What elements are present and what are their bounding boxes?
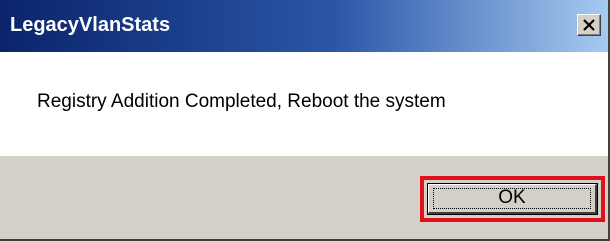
button-bar: OK: [0, 156, 608, 239]
message-area: Registry Addition Completed, Reboot the …: [0, 52, 608, 156]
close-icon: [583, 19, 595, 31]
ok-button-label: OK: [498, 187, 526, 208]
title-bar[interactable]: LegacyVlanStats: [0, 0, 608, 52]
window-title: LegacyVlanStats: [10, 14, 171, 36]
ok-button[interactable]: OK: [428, 184, 597, 214]
close-button[interactable]: [577, 14, 601, 36]
message-text: Registry Addition Completed, Reboot the …: [37, 91, 446, 112]
message-dialog: LegacyVlanStats Registry Addition Comple…: [0, 0, 610, 241]
